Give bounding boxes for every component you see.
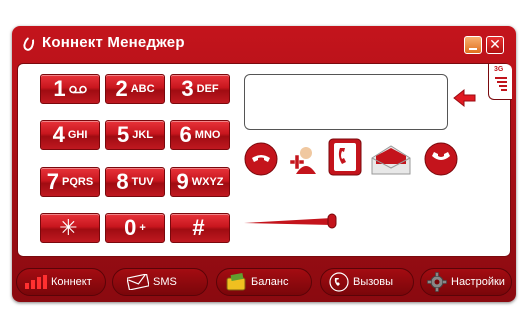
key-letters: TUV — [131, 176, 154, 188]
key-letters: DEF — [196, 83, 219, 95]
tab-label: SMS — [153, 276, 177, 288]
wallet-icon — [226, 273, 246, 291]
phonebook-icon[interactable] — [328, 138, 362, 176]
title-bar[interactable]: Коннект Менеджер ✕ — [12, 26, 516, 60]
key-letters: JKL — [132, 129, 154, 141]
key-digit: 4 — [52, 122, 65, 147]
main-panel: 1 2 ABC 3 DEF 4 GHI 5 JKL 6 MNO 7 PQRS 8 — [17, 63, 512, 257]
key-9[interactable]: 9 WXYZ — [170, 167, 230, 197]
tab-label: Вызовы — [353, 276, 394, 288]
key-star[interactable]: ✳ — [40, 213, 100, 243]
backspace-arrow-icon[interactable] — [453, 88, 477, 108]
tab-label: Коннект — [51, 276, 92, 288]
connect-manager-window: Коннект Менеджер ✕ 1 2 ABC 3 DEF 4 GHI 5… — [12, 26, 516, 302]
signal-bars-icon — [495, 77, 507, 91]
key-8[interactable]: 8 TUV — [105, 167, 165, 197]
signal-indicator: 3G — [488, 64, 512, 100]
key-digit: 9 — [176, 169, 189, 194]
key-digit: # — [192, 215, 205, 240]
key-5[interactable]: 5 JKL — [105, 120, 165, 150]
key-0[interactable]: 0 + — [105, 213, 165, 243]
phone-icon — [329, 272, 349, 292]
logo-icon — [21, 34, 37, 53]
key-digit: 3 — [181, 76, 194, 101]
key-2[interactable]: 2 ABC — [105, 74, 165, 104]
key-6[interactable]: 6 MNO — [170, 120, 230, 150]
key-3[interactable]: 3 DEF — [170, 74, 230, 104]
key-1[interactable]: 1 — [40, 74, 100, 104]
add-contact-icon[interactable] — [288, 144, 318, 176]
key-letters: + — [139, 222, 146, 234]
key-digit: 1 — [53, 76, 66, 101]
window-title: Коннект Менеджер — [42, 34, 185, 51]
key-letters: PQRS — [62, 176, 94, 188]
close-button[interactable]: ✕ — [486, 36, 504, 54]
key-hash[interactable]: # — [170, 213, 230, 243]
key-letters: MNO — [194, 129, 221, 141]
volume-slider[interactable] — [244, 212, 344, 230]
voicemail-icon — [68, 85, 87, 93]
key-letters: WXYZ — [191, 176, 224, 188]
tab-label: Баланс — [251, 276, 289, 288]
gear-icon — [427, 272, 447, 292]
number-display[interactable] — [244, 74, 448, 130]
tab-settings[interactable]: Настройки — [420, 268, 512, 296]
tab-connect[interactable]: Коннект — [16, 268, 106, 296]
signal-bars-icon — [25, 275, 47, 289]
key-digit: ✳ — [59, 215, 78, 240]
key-digit: 7 — [46, 169, 60, 194]
minimize-button[interactable] — [464, 36, 482, 54]
key-digit: 5 — [116, 122, 130, 147]
key-digit: 0 — [124, 215, 137, 240]
key-letters: GHI — [67, 129, 88, 141]
key-7[interactable]: 7 PQRS — [40, 167, 100, 197]
key-4[interactable]: 4 GHI — [40, 120, 100, 150]
key-letters: ABC — [130, 83, 155, 95]
tab-label: Настройки — [451, 276, 505, 288]
bottom-navigation: Коннект SMS Баланс Вызовы Настройки — [16, 268, 512, 298]
key-digit: 8 — [116, 169, 129, 194]
tab-sms[interactable]: SMS — [112, 268, 208, 296]
call-icon[interactable] — [244, 142, 278, 176]
network-type: 3G — [494, 66, 504, 73]
envelope-icon — [127, 274, 149, 290]
key-digit: 6 — [179, 122, 192, 147]
hangup-icon[interactable] — [424, 142, 458, 176]
tab-calls[interactable]: Вызовы — [320, 268, 414, 296]
tab-balance[interactable]: Баланс — [216, 268, 312, 296]
key-digit: 2 — [115, 76, 128, 101]
messages-icon[interactable] — [370, 144, 412, 176]
